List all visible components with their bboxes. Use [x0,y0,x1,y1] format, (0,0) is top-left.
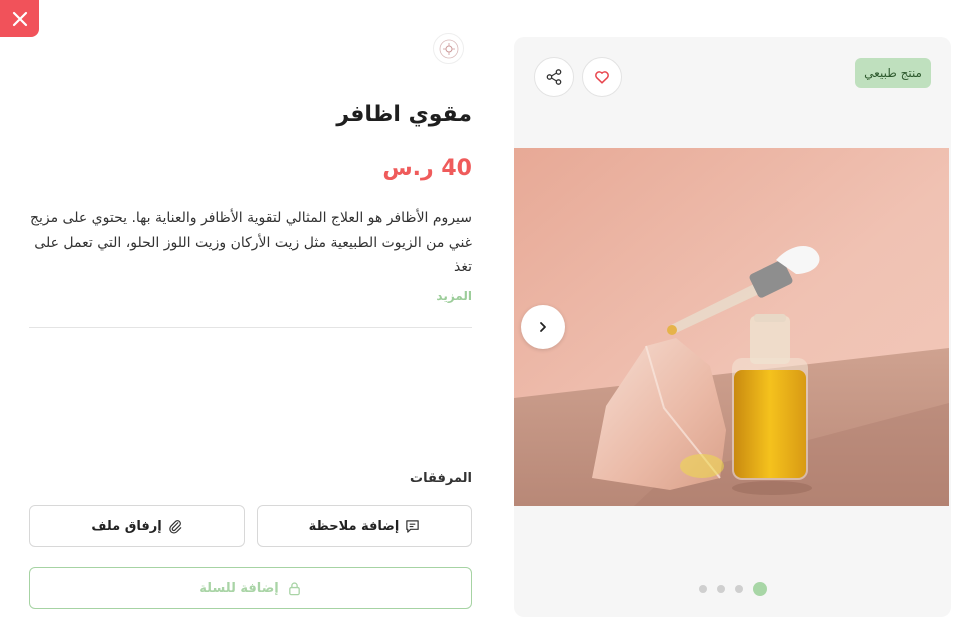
add-to-cart-button[interactable]: إضافة للسلة [29,567,472,609]
product-gallery-card: منتج طبيعي [514,37,951,617]
close-icon [12,11,27,26]
gallery-dot[interactable] [735,585,743,593]
read-more-link[interactable]: المزيد [436,289,472,303]
share-button[interactable] [534,57,574,97]
divider [29,327,472,328]
product-description: سيروم الأظافر هو العلاج المثالي لتقوية ا… [29,210,472,275]
add-to-cart-label: إضافة للسلة [199,580,279,596]
gallery-dot[interactable] [699,585,707,593]
natural-product-badge: منتج طبيعي [855,58,931,88]
heart-icon [595,71,609,84]
lock-icon [288,581,300,595]
gallery-dot[interactable] [753,582,767,596]
product-price: 40 ر.س [382,156,472,181]
paperclip-icon [168,519,181,534]
attach-file-label: إرفاق ملف [91,518,162,534]
product-image [514,148,949,506]
chevron-right-icon [540,322,546,332]
gallery-dot[interactable] [717,585,725,593]
favorite-button[interactable] [582,57,622,97]
product-title: مقوي اظافر [336,102,472,127]
gallery-next-button[interactable] [521,305,565,349]
attach-file-button[interactable]: إرفاق ملف [29,505,245,547]
gallery-dots [699,582,767,596]
product-modal: مقوي اظافر 40 ر.س سيروم الأظافر هو العلا… [0,0,961,624]
share-icon [546,69,562,85]
brand-logo [433,33,464,64]
add-note-label: إضافة ملاحظة [308,518,400,534]
note-icon [406,519,420,533]
close-button[interactable] [0,0,39,37]
add-note-button[interactable]: إضافة ملاحظة [257,505,472,547]
attachments-label: المرفقات [410,471,472,486]
